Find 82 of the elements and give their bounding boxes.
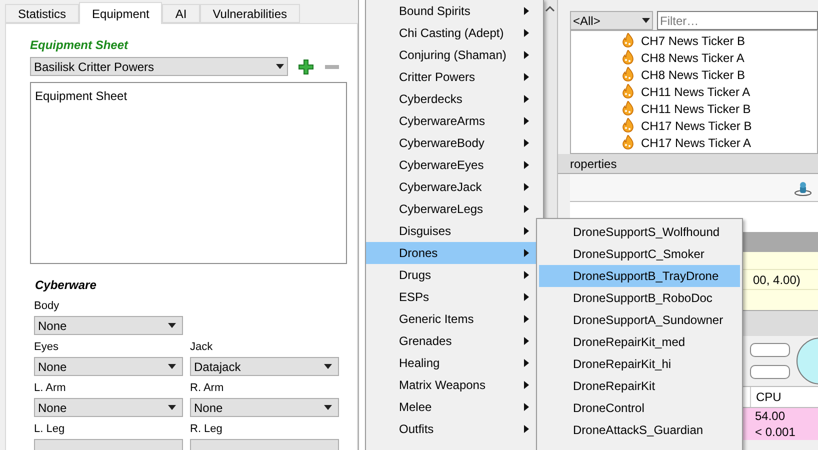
list-item[interactable]: CH8 News Ticker B xyxy=(641,66,746,84)
flame-icon xyxy=(621,118,635,133)
filter-field[interactable]: Filter… xyxy=(657,11,818,30)
pawn-icon[interactable] xyxy=(794,180,812,196)
list-item[interactable]: CH17 News Ticker B xyxy=(641,116,752,134)
menu-item[interactable]: DroneSupportB_TrayDrone xyxy=(539,265,740,287)
submenu-arrow-icon xyxy=(524,381,529,389)
submenu-arrow-icon xyxy=(524,51,529,59)
field-label: Jack xyxy=(190,340,214,353)
list-item[interactable]: CH7 News Ticker B xyxy=(641,32,746,50)
field-label: Body xyxy=(34,299,60,312)
flame-icon xyxy=(621,84,635,99)
menu-item[interactable]: Bound Spirits xyxy=(366,0,543,22)
dropdown-arrow-icon xyxy=(324,405,332,410)
flame-icon xyxy=(621,50,635,65)
field-label: R. Leg xyxy=(190,422,224,435)
column-header: CPU xyxy=(750,387,786,407)
tab[interactable]: Statistics xyxy=(5,4,80,23)
dropdown[interactable]: None xyxy=(190,398,339,417)
sheet-dropdown[interactable]: Basilisk Critter Powers xyxy=(30,57,288,76)
dropdown-arrow-icon xyxy=(168,323,176,328)
submenu-arrow-icon xyxy=(524,139,529,147)
add-icon[interactable] xyxy=(298,58,314,74)
submenu-arrow-icon xyxy=(524,73,529,81)
dropdown[interactable]: Datajack xyxy=(190,357,339,376)
list-item[interactable]: Equipment Sheet xyxy=(35,87,342,105)
dropdown[interactable]: None xyxy=(34,357,183,376)
submenu-arrow-icon xyxy=(524,315,529,323)
submenu-arrow-icon xyxy=(524,7,529,15)
panel-header: roperties xyxy=(558,154,818,174)
menu-item[interactable]: CyberwareLegs xyxy=(366,198,543,220)
dropdown-arrow-icon xyxy=(324,364,332,369)
tab[interactable]: Vulnerabilities xyxy=(200,4,300,23)
submenu-arrow-icon xyxy=(524,271,529,279)
submenu-arrow-icon xyxy=(524,183,529,191)
submenu-arrow-icon xyxy=(524,337,529,345)
list-item[interactable]: CH8 News Ticker A xyxy=(641,48,744,66)
submenu-arrow-icon xyxy=(524,249,529,257)
menu-item[interactable]: Cyberdecks xyxy=(366,88,543,110)
flame-icon xyxy=(621,101,635,116)
submenu-arrow-icon xyxy=(524,425,529,433)
dropdown-arrow-icon xyxy=(276,64,284,69)
menu-item[interactable]: Conjuring (Shaman) xyxy=(366,44,543,66)
dropdown-arrow-icon xyxy=(642,18,650,23)
list-item[interactable]: CH17 News Ticker A xyxy=(641,134,752,152)
submenu-arrow-icon xyxy=(524,205,529,213)
input-field[interactable] xyxy=(750,343,790,357)
dropdown[interactable]: None xyxy=(34,398,183,417)
list-item[interactable]: CH11 News Ticker B xyxy=(641,100,751,118)
input-field[interactable] xyxy=(750,365,790,379)
submenu-arrow-icon xyxy=(524,227,529,235)
menu-item[interactable]: Chi Casting (Adept) xyxy=(366,22,543,44)
field-label: L. Leg xyxy=(34,422,66,435)
tab[interactable]: AI xyxy=(162,4,200,23)
submenu-arrow-icon xyxy=(524,117,529,125)
menu-item[interactable]: CyberwareArms xyxy=(366,110,543,132)
field-label: L. Arm xyxy=(34,381,67,394)
dropdown-arrow-icon xyxy=(168,364,176,369)
remove-icon[interactable] xyxy=(324,64,340,70)
dropdown-arrow-icon xyxy=(168,405,176,410)
section-heading: Equipment Sheet xyxy=(30,37,130,54)
flame-icon xyxy=(621,135,635,150)
menu-item[interactable]: CyberwareJack xyxy=(366,176,543,198)
flame-icon xyxy=(621,33,635,48)
submenu-arrow-icon xyxy=(524,403,529,411)
scroll-up-icon[interactable] xyxy=(545,5,555,13)
submenu-arrow-icon xyxy=(524,293,529,301)
tab[interactable]: Equipment xyxy=(79,2,162,24)
list-item[interactable]: CH11 News Ticker A xyxy=(641,82,750,100)
submenu-arrow-icon xyxy=(524,29,529,37)
menu-item[interactable]: CyberwareEyes xyxy=(366,154,543,176)
section-heading: Cyberware xyxy=(35,277,98,294)
submenu-arrow-icon xyxy=(524,95,529,103)
submenu-arrow-icon xyxy=(524,359,529,367)
dropdown[interactable]: None xyxy=(34,316,183,335)
menu-item[interactable]: Critter Powers xyxy=(366,66,543,88)
type-dropdown[interactable]: <All> xyxy=(570,11,653,30)
submenu-arrow-icon xyxy=(524,161,529,169)
flame-icon xyxy=(621,67,635,82)
field-label: R. Arm xyxy=(190,381,225,394)
field-label: Eyes xyxy=(34,340,60,353)
menu-item[interactable]: CyberwareBody xyxy=(366,132,543,154)
